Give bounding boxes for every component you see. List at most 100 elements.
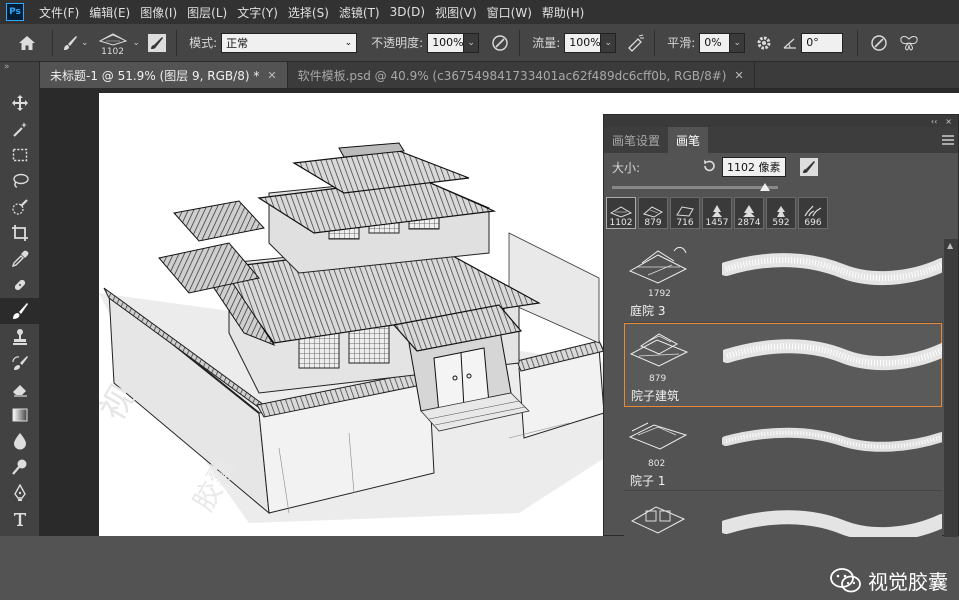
chevron-down-icon[interactable]: ⌄ (81, 38, 89, 48)
toolbar-collapse-icon[interactable]: » (0, 62, 39, 74)
courtyard-building-brush-thumbnail-icon (629, 333, 689, 367)
smoothing-label: 平滑: (667, 36, 696, 50)
chevron-down-icon[interactable]: ⌄ (463, 32, 480, 53)
blur-tool-icon[interactable] (0, 428, 40, 454)
document-tab-bar: 未标题-1 @ 51.9% (图层 9, RGB/8) * ✕ 软件模板.psd… (40, 62, 959, 88)
separator (176, 29, 178, 56)
magic-wand-tool-icon[interactable] (0, 116, 40, 142)
recent-brush-2874[interactable]: 2874 (734, 197, 764, 229)
opacity-label: 不透明度: (371, 36, 424, 50)
brush-stroke-preview (723, 339, 942, 371)
recent-brush-1102[interactable]: 1102 (606, 197, 636, 229)
menu-layer[interactable]: 图层(L) (182, 4, 232, 21)
brush-settings-toggle-icon[interactable] (800, 158, 819, 176)
brush-item[interactable]: 802 院子 1 (624, 407, 942, 491)
size-slider[interactable] (612, 181, 950, 195)
close-icon[interactable]: ✕ (734, 69, 743, 82)
brush-item[interactable] (624, 491, 942, 537)
chevron-down-icon[interactable]: ⌄ (729, 32, 746, 53)
crop-tool-icon[interactable] (0, 220, 40, 246)
menu-select[interactable]: 选择(S) (283, 4, 334, 21)
flow-value: 100% (569, 36, 601, 49)
opacity-input[interactable]: 100% (427, 32, 464, 53)
airbrush-icon[interactable] (624, 32, 646, 54)
menu-window[interactable]: 窗口(W) (482, 4, 537, 21)
pressure-size-icon[interactable] (868, 32, 890, 54)
gradient-tool-icon[interactable] (0, 402, 40, 428)
recent-brush-592[interactable]: 592 (766, 197, 796, 229)
brushes-panel: ‹‹ × 画笔设置 画笔 大小: 1102 像素 1102 879 716 14… (603, 114, 959, 537)
recent-brush-879[interactable]: 879 (638, 197, 668, 229)
size-row: 大小: 1102 像素 (604, 153, 958, 181)
preset-size: 696 (804, 218, 822, 228)
close-icon[interactable]: ✕ (267, 69, 276, 82)
chevron-down-icon[interactable]: ⌄ (133, 38, 141, 48)
move-tool-icon[interactable] (0, 90, 40, 116)
chevron-down-icon[interactable]: ⌄ (600, 32, 617, 53)
brush-thumbnail-icon (610, 206, 632, 218)
quick-selection-tool-icon[interactable] (0, 194, 40, 220)
brush-thumbnail-icon (676, 206, 694, 217)
recent-brush-716[interactable]: 716 (670, 197, 700, 229)
watermark-text: 视觉胶囊 (868, 570, 948, 594)
scroll-up-icon[interactable]: ▲ (947, 241, 953, 250)
healing-brush-tool-icon[interactable] (0, 272, 40, 298)
menu-3d[interactable]: 3D(D) (385, 5, 430, 19)
collapse-panel-icon[interactable]: ‹‹ (931, 117, 937, 126)
clone-stamp-tool-icon[interactable] (0, 324, 40, 350)
menu-edit[interactable]: 编辑(E) (84, 4, 135, 21)
smoothing-value: 0% (704, 36, 722, 49)
brush-tool-icon[interactable] (0, 298, 40, 324)
lasso-tool-icon[interactable] (0, 168, 40, 194)
menu-type[interactable]: 文字(Y) (232, 4, 283, 21)
panel-header: ‹‹ × (604, 115, 958, 127)
reset-size-icon[interactable] (702, 159, 716, 176)
menu-file[interactable]: 文件(F) (34, 4, 84, 21)
brush-list-scrollbar[interactable]: ▲ (944, 239, 958, 537)
tab-brushes[interactable]: 画笔 (668, 127, 709, 153)
angle-input[interactable]: 0° (801, 32, 844, 53)
brush-item-selected[interactable]: 879 院子建筑 (624, 323, 942, 407)
slider-thumb[interactable] (759, 183, 770, 191)
tab-brush-settings[interactable]: 画笔设置 (604, 127, 668, 153)
eraser-tool-icon[interactable] (0, 376, 40, 402)
brush-tool-preset-icon[interactable] (59, 32, 81, 54)
toggle-brush-settings-icon[interactable] (148, 33, 167, 52)
pen-tool-icon[interactable] (0, 480, 40, 506)
tab-software-template[interactable]: 软件模板.psd @ 40.9% (c367549841733401ac62f4… (288, 62, 755, 88)
menu-help[interactable]: 帮助(H) (537, 4, 589, 21)
history-brush-tool-icon[interactable] (0, 350, 40, 376)
pressure-opacity-icon[interactable] (489, 32, 511, 54)
menu-filter[interactable]: 滤镜(T) (334, 4, 385, 21)
tab-label: 未标题-1 @ 51.9% (图层 9, RGB/8) * (50, 68, 260, 83)
menu-bar: Ps 文件(F) 编辑(E) 图像(I) 图层(L) 文字(Y) 选择(S) 滤… (0, 0, 959, 24)
symmetry-butterfly-icon[interactable] (898, 32, 920, 54)
dodge-tool-icon[interactable] (0, 454, 40, 480)
recent-brush-696[interactable]: 696 (798, 197, 828, 229)
tab-untitled-1[interactable]: 未标题-1 @ 51.9% (图层 9, RGB/8) * ✕ (40, 62, 288, 88)
photoshop-logo[interactable]: Ps (6, 3, 24, 21)
preset-size: 716 (676, 218, 694, 228)
brush-stroke-preview (722, 253, 942, 286)
recent-brush-1457[interactable]: 1457 (702, 197, 732, 229)
brush-item[interactable]: 1792 庭院 3 (624, 239, 942, 323)
gear-icon[interactable] (753, 32, 775, 54)
mode-select[interactable]: 正常 ⌄ (221, 32, 358, 53)
separator (519, 29, 521, 56)
type-tool-icon[interactable] (0, 506, 40, 532)
close-panel-icon[interactable]: × (945, 117, 952, 126)
brush-list[interactable]: 1792 庭院 3 879 院子建筑 802 院子 1 (604, 239, 942, 537)
home-icon[interactable] (16, 32, 38, 54)
menu-image[interactable]: 图像(I) (135, 4, 182, 21)
mode-value: 正常 (226, 36, 249, 50)
tools-panel: » (0, 62, 40, 536)
brush-preset-picker[interactable]: 1102 (95, 26, 131, 60)
smoothing-input[interactable]: 0% (699, 32, 730, 53)
size-input[interactable]: 1102 像素 (722, 157, 787, 177)
marquee-tool-icon[interactable] (0, 142, 40, 168)
slider-track (612, 186, 778, 189)
flow-input[interactable]: 100% (564, 32, 601, 53)
eyedropper-tool-icon[interactable] (0, 246, 40, 272)
hamburger-menu-icon[interactable] (938, 127, 958, 153)
menu-view[interactable]: 视图(V) (430, 4, 482, 21)
